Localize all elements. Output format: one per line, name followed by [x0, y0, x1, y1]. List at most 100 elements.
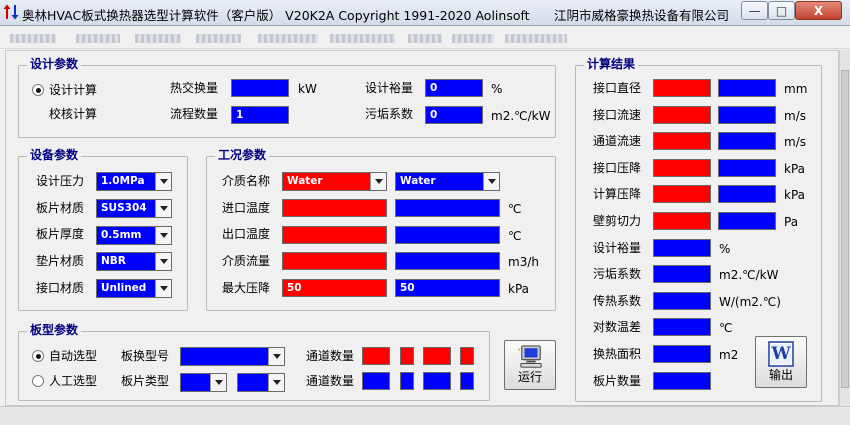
result-cold-value	[718, 185, 776, 203]
gasket-material-label: 垫片材质	[36, 254, 85, 268]
result-label: 污垢系数	[593, 267, 642, 281]
plate-type-label: 板片类型	[121, 374, 170, 388]
cold-channel-box-3[interactable]	[423, 372, 451, 390]
plate-material-select[interactable]: SUS304	[96, 199, 172, 218]
group-title: 设计参数	[27, 57, 82, 72]
result-unit: m/s	[784, 135, 806, 149]
menu-item[interactable]	[76, 34, 120, 43]
menu-item[interactable]	[10, 34, 56, 43]
menu-item[interactable]	[330, 34, 395, 43]
pass-count-label: 流程数量	[170, 107, 219, 121]
hot-channel-box-4[interactable]	[460, 347, 474, 365]
chevron-down-icon[interactable]	[483, 173, 499, 190]
minimize-button[interactable]: —	[741, 1, 768, 20]
chevron-down-icon[interactable]	[155, 253, 171, 270]
design-calc-label: 设计计算	[49, 83, 98, 97]
hot-medium-select[interactable]: Water	[282, 172, 387, 191]
computer-run-icon	[518, 345, 542, 368]
design-pressure-select[interactable]: 1.0MPa	[96, 172, 172, 191]
medium-flow-label: 介质流量	[222, 254, 271, 268]
group-title: 计算结果	[584, 57, 639, 72]
chevron-down-icon[interactable]	[155, 227, 171, 244]
hot-channel-box-1[interactable]	[362, 347, 390, 365]
port-material-select[interactable]: Unlined	[96, 279, 172, 298]
medium-name-label: 介质名称	[222, 174, 271, 188]
hot-channel-count-label: 通道数量	[306, 349, 355, 363]
gasket-material-select[interactable]: NBR	[96, 252, 172, 271]
vertical-scrollbar[interactable]	[839, 50, 850, 406]
cold-flow-input[interactable]	[395, 252, 500, 270]
group-title: 工况参数	[215, 148, 270, 163]
manual-select-radio[interactable]	[32, 375, 44, 387]
gasket-material-value: NBR	[101, 255, 126, 267]
menu-item[interactable]	[258, 34, 318, 43]
manual-select-label: 人工选型	[49, 374, 98, 388]
maximize-button[interactable]: □	[768, 1, 795, 20]
result-unit: mm	[784, 82, 808, 96]
result-unit: ℃	[719, 321, 733, 335]
cold-medium-select[interactable]: Water	[395, 172, 500, 191]
menu-item[interactable]	[196, 34, 241, 43]
result-label: 对数温差	[593, 320, 642, 334]
check-calc-label[interactable]: 校核计算	[49, 106, 97, 122]
design-margin-input[interactable]: 0	[425, 79, 483, 97]
chevron-down-icon[interactable]	[155, 200, 171, 217]
chevron-down-icon[interactable]	[370, 173, 386, 190]
plate-type-select-2[interactable]	[237, 373, 285, 392]
auto-select-radio[interactable]	[32, 350, 44, 362]
hot-channel-box-2[interactable]	[400, 347, 414, 365]
pass-count-input[interactable]: 1	[231, 106, 289, 124]
hot-inlet-temp-input[interactable]	[282, 199, 387, 217]
result-hot-value	[653, 106, 711, 124]
result-unit: Pa	[784, 215, 799, 229]
design-margin-label: 设计裕量	[365, 81, 414, 95]
cold-channel-box-2[interactable]	[400, 372, 414, 390]
menu-item[interactable]	[505, 34, 567, 43]
plate-thickness-value: 0.5mm	[101, 229, 142, 241]
design-margin-unit: %	[491, 82, 503, 96]
result-value	[653, 372, 711, 390]
heat-exchange-input[interactable]	[231, 79, 289, 97]
result-cold-value	[718, 106, 776, 124]
model-label: 板换型号	[121, 349, 170, 363]
cold-channel-box-4[interactable]	[460, 372, 474, 390]
result-hot-value	[653, 185, 711, 203]
hot-channel-box-3[interactable]	[423, 347, 451, 365]
run-button[interactable]: 运行	[504, 340, 556, 390]
result-unit: m2	[719, 348, 739, 362]
status-strip	[0, 406, 850, 425]
group-title: 设备参数	[27, 148, 82, 163]
cold-outlet-temp-input[interactable]	[395, 226, 500, 244]
company-name: 江阴市威格豪换热设备有限公司	[554, 8, 730, 23]
model-select[interactable]	[180, 347, 285, 366]
chevron-down-icon[interactable]	[155, 173, 171, 190]
plate-type-select-1[interactable]	[180, 373, 227, 392]
group-title: 板型参数	[27, 323, 82, 338]
cold-channel-box-1[interactable]	[362, 372, 390, 390]
hot-flow-input[interactable]	[282, 252, 387, 270]
menu-item[interactable]	[408, 34, 442, 43]
heat-exchange-label: 热交换量	[170, 81, 219, 95]
chevron-down-icon[interactable]	[268, 348, 284, 365]
result-cold-value	[718, 79, 776, 97]
hot-max-pressure-drop-input[interactable]: 50	[282, 279, 387, 297]
port-material-value: Unlined	[101, 282, 147, 294]
scrollbar-thumb[interactable]	[841, 70, 849, 388]
chevron-down-icon[interactable]	[155, 280, 171, 297]
cold-max-pressure-drop-input[interactable]: 50	[395, 279, 500, 297]
plate-thickness-select[interactable]: 0.5mm	[96, 226, 172, 245]
result-label: 接口直径	[593, 81, 642, 95]
fouling-input[interactable]: 0	[425, 106, 483, 124]
export-button[interactable]: W 输出	[755, 336, 807, 388]
plate-material-label: 板片材质	[36, 201, 85, 215]
chevron-down-icon[interactable]	[210, 374, 226, 391]
menu-item[interactable]	[135, 34, 181, 43]
design-calc-radio[interactable]	[32, 84, 44, 96]
close-button[interactable]: X	[795, 1, 842, 20]
result-label: 板片数量	[593, 374, 642, 388]
menu-item[interactable]	[452, 34, 494, 43]
cold-inlet-temp-input[interactable]	[395, 199, 500, 217]
chevron-down-icon[interactable]	[268, 374, 284, 391]
hot-outlet-temp-input[interactable]	[282, 226, 387, 244]
result-label: 壁剪切力	[593, 214, 642, 228]
